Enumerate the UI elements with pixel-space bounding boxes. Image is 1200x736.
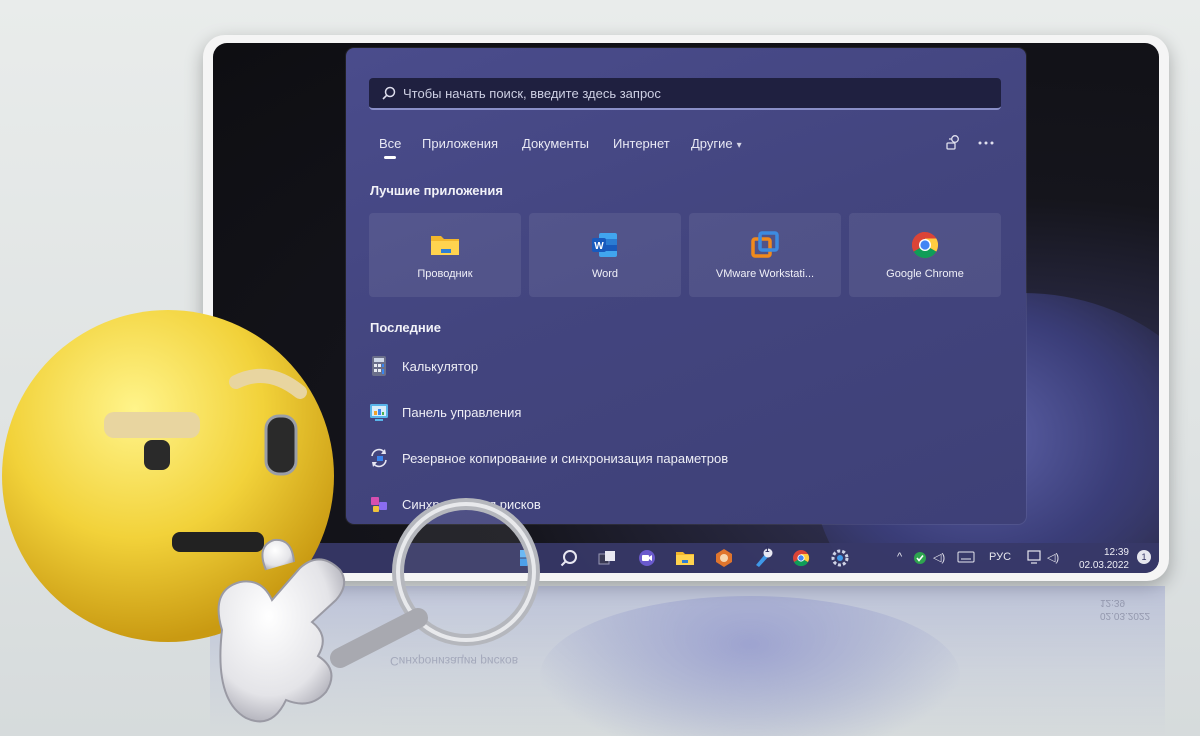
reflection-date: 02.03.2022: [1100, 610, 1151, 621]
tab-other-label: Другие: [691, 136, 733, 151]
search-box[interactable]: [369, 78, 1001, 110]
speaker-icon[interactable]: ◁): [1047, 551, 1059, 564]
thinking-emoji: [2, 310, 540, 723]
taskbar-badge: 1: [765, 545, 770, 554]
settings-icon[interactable]: [830, 548, 850, 568]
reflection-clock: 02.03.2022 12:39: [1100, 596, 1150, 622]
app-tile-vmware[interactable]: VMware Workstati...: [689, 213, 841, 297]
app-tile-label: Word: [591, 268, 619, 280]
reflection-time: 12:39: [1100, 597, 1126, 608]
vmware-icon: [751, 231, 779, 258]
more-options-icon[interactable]: [975, 132, 997, 154]
tab-documents[interactable]: Документы: [522, 136, 589, 151]
chat-icon[interactable]: [637, 548, 657, 568]
reflection-swirl: [540, 596, 960, 736]
task-view-icon[interactable]: [597, 548, 617, 568]
system-clock[interactable]: 12:39 02.03.2022: [1073, 546, 1129, 572]
app-tile-chrome[interactable]: Google Chrome: [849, 213, 1001, 297]
sign-in-icon[interactable]: [942, 132, 964, 154]
app-tile-label: VMware Workstati...: [715, 268, 815, 280]
word-icon: W: [592, 233, 617, 257]
search-icon[interactable]: [559, 548, 579, 568]
language-indicator[interactable]: РУС: [989, 551, 1011, 563]
file-explorer-icon[interactable]: [675, 548, 695, 568]
keyboard-icon[interactable]: [957, 551, 975, 563]
search-input[interactable]: [403, 85, 1001, 101]
tab-all[interactable]: Все: [379, 136, 401, 159]
app-icon[interactable]: [714, 548, 734, 568]
magnifier-icon: [330, 498, 540, 668]
app-tile-label: Google Chrome: [886, 268, 964, 280]
app-tile-word[interactable]: W Word: [529, 213, 681, 297]
pinned-app-icon[interactable]: [753, 548, 773, 568]
clock-date: 02.03.2022: [1078, 560, 1129, 571]
security-icon[interactable]: [913, 551, 927, 565]
clock-time: 12:39: [1103, 547, 1129, 558]
tab-apps[interactable]: Приложения: [422, 136, 498, 151]
chrome-icon[interactable]: [791, 548, 811, 568]
chrome-icon: [911, 231, 939, 259]
app-tile-file-explorer[interactable]: Проводник: [369, 213, 521, 297]
tab-other[interactable]: Другие ▾: [691, 136, 742, 151]
volume-icon[interactable]: ◁): [933, 551, 945, 564]
notification-badge[interactable]: 1: [1137, 550, 1151, 564]
network-icon[interactable]: [1027, 550, 1043, 564]
app-tile-label: Проводник: [417, 268, 473, 280]
file-explorer-icon: [431, 236, 459, 255]
tab-internet[interactable]: Интернет: [613, 136, 670, 151]
filter-tabs: Все Приложения Документы Интернет Другие…: [370, 136, 1020, 164]
chevron-up-icon[interactable]: ^: [897, 551, 902, 563]
chevron-down-icon: ▾: [736, 140, 742, 151]
search-icon: [382, 86, 396, 100]
top-apps-title: Лучшие приложения: [370, 183, 503, 198]
svg-text:W: W: [594, 241, 604, 252]
